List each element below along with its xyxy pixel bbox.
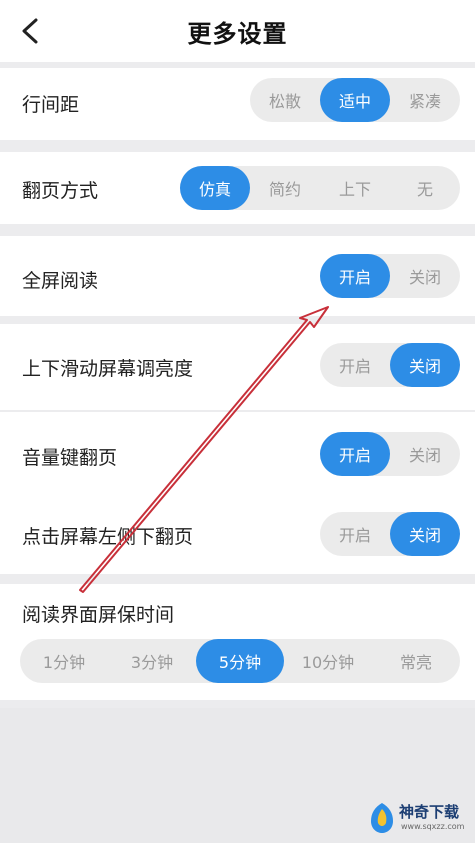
volume-key-label: 音量键翻页 [22,447,118,469]
tap-left-label: 点击屏幕左侧下翻页 [22,526,194,548]
setting-row-volume-key: 音量键翻页 开启 关闭 [0,412,475,498]
fullscreen-toggle: 开启 关闭 [320,254,460,298]
watermark-name: 神奇下载 [399,803,460,821]
line-spacing-label: 行间距 [22,94,80,116]
setting-row-swipe-brightness: 上下滑动屏幕调亮度 开启 关闭 [0,324,475,410]
swipe-brightness-option-on[interactable]: 开启 [320,343,390,387]
page-turn-option-simulation[interactable]: 仿真 [180,166,250,210]
page-turn-label: 翻页方式 [22,180,99,202]
setting-row-screensaver: 阅读界面屏保时间 1分钟 3分钟 5分钟 10分钟 常亮 [0,584,475,700]
volume-key-toggle: 开启 关闭 [320,432,460,476]
watermark-url: www.sqxzz.com [401,822,465,831]
screensaver-label: 阅读界面屏保时间 [22,604,175,626]
line-spacing-option-medium[interactable]: 适中 [320,78,390,122]
fullscreen-option-on[interactable]: 开启 [320,254,390,298]
setting-row-tap-left: 点击屏幕左侧下翻页 开启 关闭 [0,498,475,574]
page-turn-option-none[interactable]: 无 [390,166,460,210]
tap-left-option-off[interactable]: 关闭 [390,512,460,556]
page-title: 更多设置 [187,20,288,48]
fullscreen-label: 全屏阅读 [22,270,99,292]
screensaver-option-10min[interactable]: 10分钟 [284,639,372,683]
swipe-brightness-toggle: 开启 关闭 [320,343,460,387]
screensaver-segmented-control: 1分钟 3分钟 5分钟 10分钟 常亮 [20,639,460,683]
line-spacing-option-tight[interactable]: 紧凑 [390,78,460,122]
page-turn-segmented-control: 仿真 简约 上下 无 [180,166,460,210]
volume-key-option-on[interactable]: 开启 [320,432,390,476]
screensaver-option-always-on[interactable]: 常亮 [372,639,460,683]
tap-left-option-on[interactable]: 开启 [320,512,390,556]
page-turn-option-vertical[interactable]: 上下 [320,166,390,210]
screensaver-option-1min[interactable]: 1分钟 [20,639,108,683]
setting-row-fullscreen: 全屏阅读 开启 关闭 [0,236,475,316]
screensaver-option-3min[interactable]: 3分钟 [108,639,196,683]
line-spacing-option-loose[interactable]: 松散 [250,78,320,122]
top-bar: 更多设置 [0,0,475,62]
volume-key-option-off[interactable]: 关闭 [390,432,460,476]
setting-row-line-spacing: 行间距 松散 适中 紧凑 [0,68,475,140]
fullscreen-option-off[interactable]: 关闭 [390,254,460,298]
watermark: 神奇下载 www.sqxzz.com [367,799,469,837]
swipe-brightness-option-off[interactable]: 关闭 [390,343,460,387]
watermark-logo-icon [371,803,393,833]
page-turn-option-simple[interactable]: 简约 [250,166,320,210]
setting-row-page-turn: 翻页方式 仿真 简约 上下 无 [0,152,475,224]
tap-left-toggle: 开启 关闭 [320,512,460,556]
line-spacing-segmented-control: 松散 适中 紧凑 [250,78,460,122]
screensaver-option-5min[interactable]: 5分钟 [196,639,284,683]
swipe-brightness-label: 上下滑动屏幕调亮度 [22,358,194,380]
